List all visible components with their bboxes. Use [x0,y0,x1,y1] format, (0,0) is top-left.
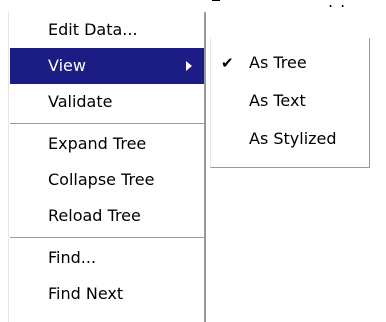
context-menu: Edit Data... View Validate Expand Tree C… [8,12,205,322]
menu-item-reload-tree[interactable]: Reload Tree [10,198,205,234]
checkmark-icon: ✔ [221,54,234,72]
submenu-item-as-text[interactable]: As Text [211,82,369,120]
menu-item-label: Expand Tree [48,134,147,153]
menu-item-view[interactable]: View [10,48,205,84]
submenu-item-label: As Tree [249,53,307,72]
submenu-item-label: As Text [249,91,306,110]
submenu-item-label: As Stylized [249,129,337,148]
menu-item-label: Edit Data... [48,20,138,39]
submenu-item-as-tree[interactable]: ✔ As Tree [211,44,369,82]
menu-item-label: Validate [48,92,113,111]
menu-item-edit-data[interactable]: Edit Data... [10,12,205,48]
menu-item-label: View [48,56,86,75]
menu-item-label: Reload Tree [48,206,141,225]
menu-separator [10,123,205,125]
menu-item-expand-tree[interactable]: Expand Tree [10,126,205,162]
chevron-right-icon [186,61,192,71]
submenu-item-as-stylized[interactable]: As Stylized [211,120,369,158]
menu-item-label: Find Next [48,284,124,303]
menu-shadow-edge [204,12,206,322]
menu-item-label: Find... [48,248,97,267]
top-divider-tick [212,0,220,1]
menu-separator [10,237,205,239]
menu-item-find-next[interactable]: Find Next [10,276,205,312]
background-dots: . . [328,0,347,11]
view-submenu: ✔ As Tree As Text As Stylized [210,38,370,168]
menu-item-collapse-tree[interactable]: Collapse Tree [10,162,205,198]
menu-item-label: Collapse Tree [48,170,155,189]
menu-item-find[interactable]: Find... [10,240,205,276]
menu-item-validate[interactable]: Validate [10,84,205,120]
